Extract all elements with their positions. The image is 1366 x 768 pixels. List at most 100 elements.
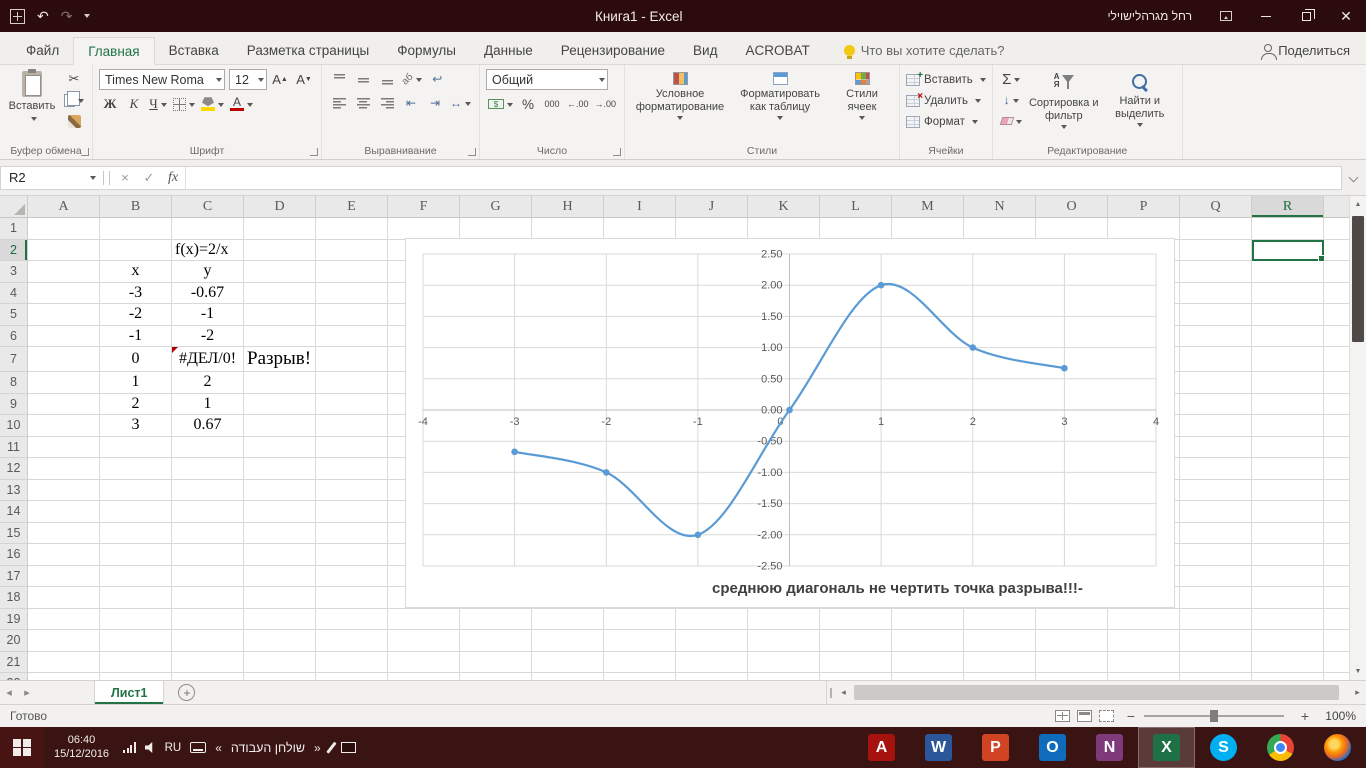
- cell-G22[interactable]: [460, 673, 532, 680]
- cell-D10[interactable]: [244, 415, 316, 437]
- new-sheet-button[interactable]: +: [178, 684, 195, 701]
- cell-H19[interactable]: [532, 609, 604, 631]
- format-cells-button[interactable]: Формат: [906, 111, 986, 132]
- zoom-level[interactable]: 100%: [1314, 709, 1356, 723]
- cell-B10[interactable]: 3: [100, 415, 172, 437]
- tell-me-box[interactable]: Что вы хотите сделать?: [834, 36, 1015, 64]
- cell-B18[interactable]: [100, 587, 172, 609]
- row-header-4[interactable]: 4: [0, 283, 28, 305]
- row-header-9[interactable]: 9: [0, 394, 28, 416]
- row-header-10[interactable]: 10: [0, 415, 28, 437]
- page-layout-view-icon[interactable]: [1077, 710, 1092, 722]
- taskbar-app-onenote[interactable]: N: [1081, 727, 1138, 768]
- format-painter-button[interactable]: [62, 111, 86, 131]
- cell-D1[interactable]: [244, 218, 316, 240]
- cell-Q14[interactable]: [1180, 501, 1252, 523]
- tab-scrollbar-splitter[interactable]: [827, 681, 835, 704]
- number-dialog-launcher[interactable]: [613, 148, 621, 156]
- cell-E6[interactable]: [316, 326, 388, 348]
- cell-L19[interactable]: [820, 609, 892, 631]
- cell-E15[interactable]: [316, 523, 388, 545]
- cell-H21[interactable]: [532, 652, 604, 674]
- page-break-view-icon[interactable]: [1099, 710, 1114, 722]
- cell-B3[interactable]: x: [100, 261, 172, 283]
- copy-button[interactable]: [62, 90, 86, 110]
- cell-D21[interactable]: [244, 652, 316, 674]
- cell-E9[interactable]: [316, 394, 388, 416]
- column-header-H[interactable]: H: [532, 196, 604, 217]
- cell-G21[interactable]: [460, 652, 532, 674]
- cell-O20[interactable]: [1036, 630, 1108, 652]
- cell-Q19[interactable]: [1180, 609, 1252, 631]
- font-dialog-launcher[interactable]: [310, 148, 318, 156]
- tab-Вставка[interactable]: Вставка: [155, 36, 233, 64]
- conditional-formatting-button[interactable]: Условное форматирование: [631, 69, 729, 123]
- wrap-text-button[interactable]: ↩: [426, 69, 448, 89]
- cell-A7[interactable]: [28, 347, 100, 372]
- row-header-12[interactable]: 12: [0, 458, 28, 480]
- column-header-L[interactable]: L: [820, 196, 892, 217]
- orientation-button[interactable]: аб: [400, 69, 424, 89]
- cell-G1[interactable]: [460, 218, 532, 240]
- cell-R11[interactable]: [1252, 437, 1324, 459]
- cell-Q11[interactable]: [1180, 437, 1252, 459]
- cell-B5[interactable]: -2: [100, 304, 172, 326]
- column-header-P[interactable]: P: [1108, 196, 1180, 217]
- cell-K20[interactable]: [748, 630, 820, 652]
- cell-R2[interactable]: [1252, 240, 1324, 262]
- chart-object[interactable]: 2.502.001.501.000.500.00-0.50-1.00-1.50-…: [405, 238, 1175, 608]
- cell-A1[interactable]: [28, 218, 100, 240]
- cell-R18[interactable]: [1252, 587, 1324, 609]
- cell-P20[interactable]: [1108, 630, 1180, 652]
- comma-style-button[interactable]: 000: [541, 94, 563, 114]
- cell-A21[interactable]: [28, 652, 100, 674]
- cell-R17[interactable]: [1252, 566, 1324, 588]
- decrease-indent-button[interactable]: ⇤: [400, 93, 422, 113]
- borders-button[interactable]: [171, 94, 197, 114]
- sheet-tab-list1[interactable]: Лист1: [94, 681, 164, 704]
- cell-Q5[interactable]: [1180, 304, 1252, 326]
- keyboard-icon[interactable]: [190, 742, 206, 753]
- cell-B7[interactable]: 0: [100, 347, 172, 372]
- column-header-A[interactable]: A: [28, 196, 100, 217]
- ribbon-display-options-button[interactable]: [1206, 0, 1246, 32]
- cell-R5[interactable]: [1252, 304, 1324, 326]
- column-header-C[interactable]: C: [172, 196, 244, 217]
- row-header-16[interactable]: 16: [0, 544, 28, 566]
- cell-C10[interactable]: 0.67: [172, 415, 244, 437]
- taskbar-app-chrome[interactable]: [1252, 727, 1309, 768]
- cell-E10[interactable]: [316, 415, 388, 437]
- cell-F20[interactable]: [388, 630, 460, 652]
- cell-E21[interactable]: [316, 652, 388, 674]
- customize-qat-icon[interactable]: [84, 14, 90, 21]
- close-button[interactable]: ✕: [1326, 0, 1366, 32]
- cell-P1[interactable]: [1108, 218, 1180, 240]
- cell-E3[interactable]: [316, 261, 388, 283]
- formula-bar-splitter[interactable]: [103, 171, 110, 185]
- cell-B14[interactable]: [100, 501, 172, 523]
- cell-E4[interactable]: [316, 283, 388, 305]
- cell-D12[interactable]: [244, 458, 316, 480]
- cell-L1[interactable]: [820, 218, 892, 240]
- cell-C17[interactable]: [172, 566, 244, 588]
- cell-K22[interactable]: [748, 673, 820, 680]
- tab-Файл[interactable]: Файл: [12, 36, 73, 64]
- cell-B21[interactable]: [100, 652, 172, 674]
- cell-R9[interactable]: [1252, 394, 1324, 416]
- cell-A22[interactable]: [28, 673, 100, 680]
- horizontal-scrollbar[interactable]: ◂ ▸: [826, 681, 1366, 704]
- cell-N19[interactable]: [964, 609, 1036, 631]
- cell-D11[interactable]: [244, 437, 316, 459]
- cell-B12[interactable]: [100, 458, 172, 480]
- cell-E12[interactable]: [316, 458, 388, 480]
- start-button[interactable]: [0, 727, 44, 768]
- select-all-corner[interactable]: [0, 196, 28, 217]
- taskbar-app-powerpoint[interactable]: P: [967, 727, 1024, 768]
- taskbar-app-skype[interactable]: S: [1195, 727, 1252, 768]
- cell-B13[interactable]: [100, 480, 172, 502]
- taskbar-app-outlook[interactable]: O: [1024, 727, 1081, 768]
- cell-I20[interactable]: [604, 630, 676, 652]
- cell-M20[interactable]: [892, 630, 964, 652]
- cell-B11[interactable]: [100, 437, 172, 459]
- cell-E18[interactable]: [316, 587, 388, 609]
